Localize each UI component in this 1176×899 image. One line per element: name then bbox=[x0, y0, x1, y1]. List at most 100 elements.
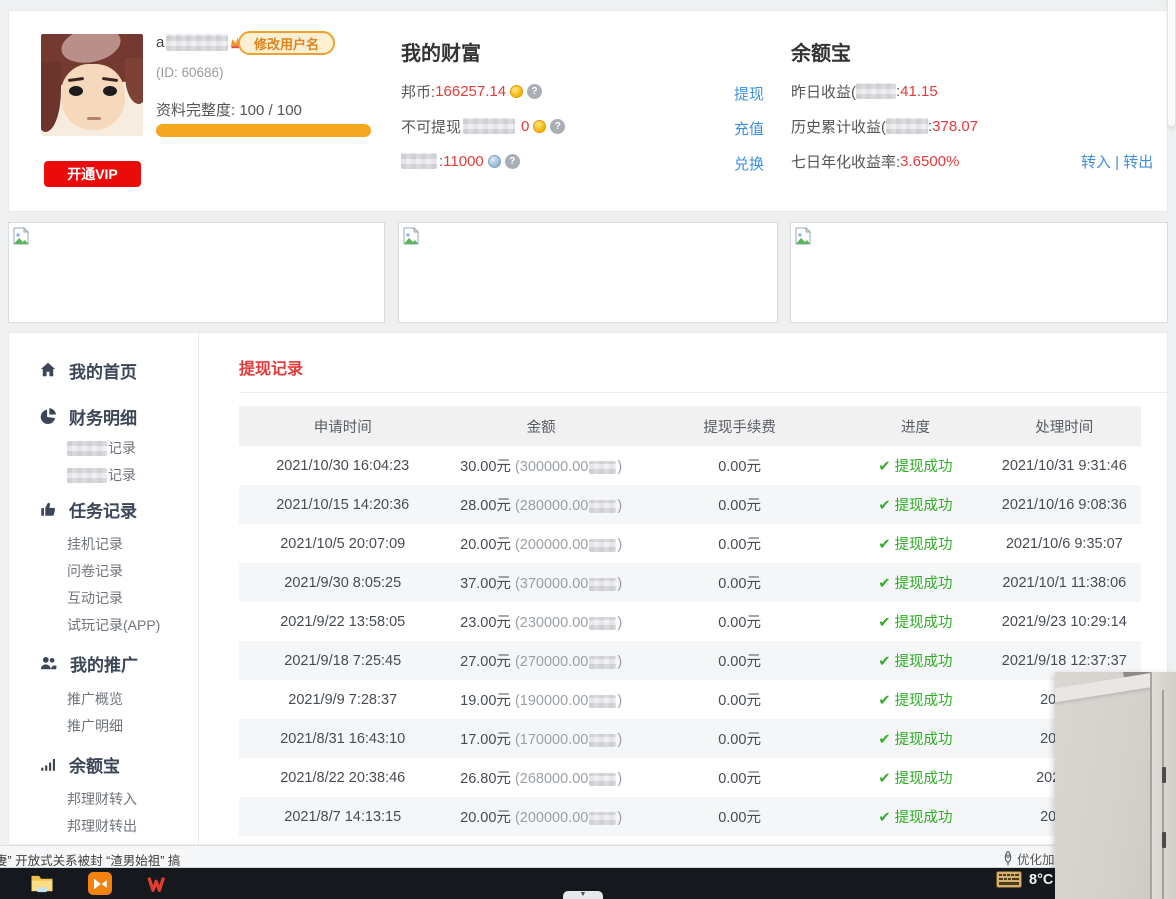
table-row: 2021/8/7 14:13:15 20.00元 (200000.00) 0.0… bbox=[239, 797, 1141, 836]
yuebao-row-total: 历史累计收益( : 378.07 bbox=[791, 116, 978, 136]
rocket-icon bbox=[1002, 851, 1014, 866]
yuebao-row1-label: 昨日收益( bbox=[791, 81, 856, 102]
status-cell: ✔ 提现成功 bbox=[843, 494, 987, 515]
banner-placeholder-2[interactable] bbox=[398, 222, 778, 323]
sidebar-item-promo-overview[interactable]: 推广概览 bbox=[67, 687, 123, 711]
table-row: 2021/8/22 20:38:46 26.80元 (268000.00) 0.… bbox=[239, 758, 1141, 797]
sidebar-item-interaction-records[interactable]: 互动记录 bbox=[67, 586, 123, 610]
sidebar-item-yuebao[interactable]: 余额宝 bbox=[39, 751, 120, 777]
table-row: 2021/10/30 16:04:23 30.00元 (300000.00) 0… bbox=[239, 446, 1141, 485]
status-cell: ✔ 提现成功 bbox=[843, 572, 987, 593]
check-icon: ✔ bbox=[878, 576, 890, 592]
apply-time-cell: 2021/8/22 20:38:46 bbox=[239, 770, 446, 786]
sidebar-item-survey-records[interactable]: 问卷记录 bbox=[67, 559, 123, 583]
sidebar-item-withdraw-records[interactable]: 记录 bbox=[67, 436, 136, 460]
process-time-cell: 2021/10/16 9:08:36 bbox=[988, 497, 1141, 513]
banner-placeholder-1[interactable] bbox=[8, 222, 385, 323]
help-icon[interactable] bbox=[505, 154, 520, 169]
transfer-in-out-links[interactable]: 转入 | 转出 bbox=[1081, 151, 1153, 172]
amount-cell: 30.00元 (300000.00) bbox=[446, 455, 635, 476]
amount-mosaic-blur bbox=[589, 812, 616, 825]
sidebar-item-label: 记录 bbox=[108, 465, 136, 485]
recharge-link[interactable]: 充值 bbox=[734, 118, 764, 139]
apply-time-cell: 2021/10/30 16:04:23 bbox=[239, 458, 446, 474]
news-ticker-text[interactable]: 妻” 开放式关系被封 “渣男始祖” 搞 bbox=[0, 850, 180, 869]
temperature-label: 8°C bbox=[1029, 872, 1053, 888]
check-icon: ✔ bbox=[878, 810, 890, 826]
sidebar-item-tasks[interactable]: 任务记录 bbox=[39, 496, 137, 522]
sidebar-item-label: 邦理财转出 bbox=[67, 816, 137, 836]
sidebar-item-recharge-records[interactable]: 记录 bbox=[67, 463, 136, 487]
thumbs-up-icon bbox=[39, 500, 57, 518]
apply-time-cell: 2021/10/5 20:07:09 bbox=[239, 536, 446, 552]
column-header: 提现手续费 bbox=[636, 416, 843, 437]
yuebao-row2-mosaic-blur bbox=[886, 118, 928, 134]
sidebar-item-trial-records[interactable]: 试玩记录(APP) bbox=[67, 613, 160, 637]
fee-cell: 0.00元 bbox=[636, 533, 843, 554]
status-cell: ✔ 提现成功 bbox=[843, 767, 987, 788]
process-time-cell: 2021/9/23 10:29:14 bbox=[988, 614, 1141, 630]
wealth-row1-label: 邦币: bbox=[401, 81, 435, 102]
column-header: 申请时间 bbox=[239, 416, 446, 437]
wealth-row1-value: 166257.14 bbox=[435, 83, 506, 100]
table-header-row: 申请时间 金额 提现手续费 进度 处理时间 bbox=[239, 406, 1141, 446]
sidebar-item-label: 记录 bbox=[108, 438, 136, 458]
open-vip-button[interactable]: 开通VIP bbox=[44, 161, 141, 187]
process-time-cell: 2021/10/1 11:38:06 bbox=[988, 575, 1141, 591]
sidebar-item-promotion[interactable]: 我的推广 bbox=[39, 650, 138, 676]
sidebar-item-finance[interactable]: 财务明细 bbox=[39, 403, 137, 429]
wealth-row-points: : 11000 bbox=[401, 151, 520, 171]
amount-mosaic-blur bbox=[589, 695, 616, 708]
username-visible-text: a bbox=[156, 34, 164, 51]
table-row: 2021/8/31 16:43:10 17.00元 (170000.00) 0.… bbox=[239, 719, 1141, 758]
sidebar-item-hangup-records[interactable]: 挂机记录 bbox=[67, 532, 123, 556]
avatar-brow bbox=[68, 77, 84, 82]
yuebao-row3-label: 七日年化收益率: bbox=[791, 151, 900, 172]
help-icon[interactable] bbox=[527, 84, 542, 99]
photo-door-hinge bbox=[1162, 832, 1166, 848]
process-time-cell: 2021/10/6 9:35:07 bbox=[988, 536, 1141, 552]
sidebar-item-promo-detail[interactable]: 推广明细 bbox=[67, 714, 123, 738]
avatar-mouth bbox=[87, 117, 101, 120]
wps-office-icon[interactable] bbox=[146, 872, 170, 895]
status-cell: ✔ 提现成功 bbox=[843, 650, 987, 671]
apply-time-cell: 2021/10/15 14:20:36 bbox=[239, 497, 446, 513]
withdraw-link[interactable]: 提现 bbox=[734, 83, 764, 104]
help-icon[interactable] bbox=[550, 119, 565, 134]
status-cell: ✔ 提现成功 bbox=[843, 533, 987, 554]
amount-cell: 20.00元 (200000.00) bbox=[446, 806, 635, 827]
status-cell: ✔ 提现成功 bbox=[843, 806, 987, 827]
content-area: 提现记录 申请时间 金额 提现手续费 进度 处理时间 2021/10/30 16… bbox=[199, 333, 1167, 844]
banner-placeholder-3[interactable] bbox=[790, 222, 1168, 323]
media-app-icon[interactable] bbox=[88, 872, 112, 895]
table-row: 2021/9/30 8:05:25 37.00元 (370000.00) 0.0… bbox=[239, 563, 1141, 602]
exchange-link[interactable]: 兑换 bbox=[734, 153, 764, 174]
amount-mosaic-blur bbox=[589, 461, 616, 474]
users-icon bbox=[39, 654, 58, 672]
avatar-hair-right bbox=[125, 58, 143, 104]
sidebar-item-label: 我的首页 bbox=[69, 358, 137, 383]
wealth-row2-label: 不可提现 bbox=[401, 116, 461, 137]
sidebar: 我的首页 财务明细 记录 记录 任务记录 挂机记录 问卷记录 互动记录 试玩记录… bbox=[9, 333, 199, 844]
avatar-brow bbox=[102, 77, 118, 82]
weather-widget[interactable]: 8°C bbox=[996, 871, 1053, 888]
file-explorer-icon[interactable] bbox=[30, 872, 54, 895]
amount-cell: 19.00元 (190000.00) bbox=[446, 689, 635, 710]
avatar-eye bbox=[69, 86, 83, 96]
news-ticker-bar: 妻” 开放式关系被封 “渣男始祖” 搞 优化加速 bbox=[0, 845, 1176, 868]
sidebar-item-yuebao-transfer-in[interactable]: 邦理财转入 bbox=[67, 787, 137, 811]
vertical-scrollbar-thumb[interactable] bbox=[1167, 0, 1176, 127]
fee-cell: 0.00元 bbox=[636, 494, 843, 515]
yuebao-section-title: 余额宝 bbox=[791, 37, 851, 66]
collapsed-panel-handle[interactable]: ▼ bbox=[563, 891, 603, 899]
table-row: 2021/10/15 14:20:36 28.00元 (280000.00) 0… bbox=[239, 485, 1141, 524]
edit-username-button[interactable]: 修改用户名 bbox=[238, 31, 335, 55]
wealth-row3-mosaic-blur bbox=[401, 153, 437, 169]
sidebar-item-yuebao-transfer-out[interactable]: 邦理财转出 bbox=[67, 814, 137, 838]
sidebar-item-label: 财务明细 bbox=[69, 404, 137, 429]
user-dashboard-header: 开通VIP a 修改用户名 (ID: 60686) 资料完整度: 100 / 1… bbox=[8, 10, 1168, 212]
check-icon: ✔ bbox=[878, 459, 890, 475]
sidebar-item-home[interactable]: 我的首页 bbox=[39, 357, 137, 383]
broken-image-icon bbox=[403, 227, 419, 245]
amount-mosaic-blur bbox=[589, 500, 616, 513]
